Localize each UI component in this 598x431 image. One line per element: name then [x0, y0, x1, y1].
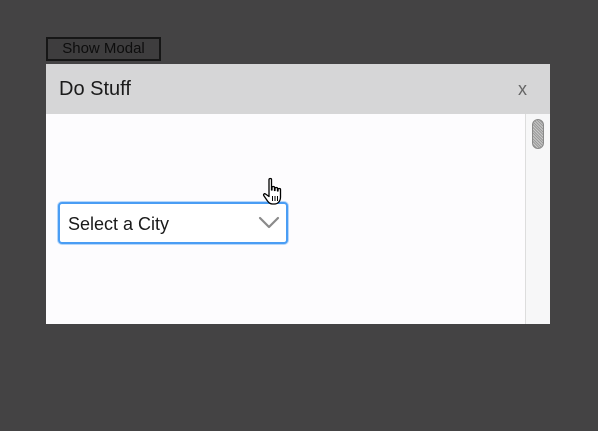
modal-body: Select a City: [46, 114, 550, 324]
hand-pointer-cursor-icon: [262, 177, 292, 212]
modal-dialog: Do Stuff x Select a City: [46, 64, 550, 324]
city-select[interactable]: Select a City: [58, 202, 288, 244]
scrollbar-thumb[interactable]: [532, 119, 544, 149]
chevron-down-icon: [258, 216, 280, 235]
modal-title: Do Stuff: [59, 78, 131, 100]
city-select-value: Select a City: [68, 214, 170, 234]
modal-scrollbar[interactable]: [525, 114, 550, 324]
show-modal-button[interactable]: Show Modal: [46, 37, 161, 61]
close-button[interactable]: x: [518, 78, 527, 100]
modal-header: Do Stuff x: [46, 64, 550, 114]
